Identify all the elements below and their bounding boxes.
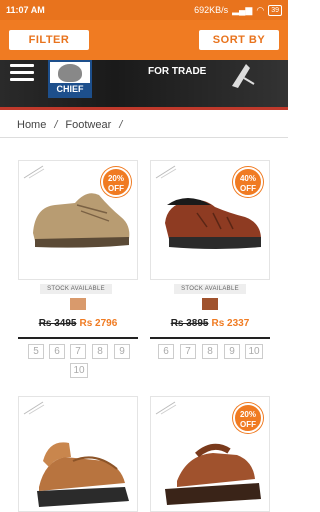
status-time: 11:07 AM (6, 5, 45, 15)
product-card[interactable]: 20% OFF (150, 396, 270, 512)
size-option[interactable]: 8 (202, 344, 218, 359)
stock-status: STOCK AVAILABLE (40, 284, 112, 294)
mrp-price: Rs 3495 (38, 318, 77, 329)
price-divider (150, 337, 270, 339)
banner-decoration-icon (232, 64, 255, 88)
discount-badge: 20% OFF (101, 167, 131, 197)
action-bar: FILTER SORT BY (0, 20, 288, 60)
brand-logo[interactable]: CHIEF (48, 60, 92, 98)
menu-icon[interactable] (10, 64, 34, 84)
size-option[interactable]: 6 (49, 344, 65, 359)
breadcrumb: Home / Footwear / (0, 112, 288, 138)
product-image[interactable] (25, 421, 133, 512)
header-banner: CHIEF FOR TRADE (0, 60, 288, 110)
corner-mark-icon (23, 401, 45, 415)
discount-percent: 20% (107, 174, 124, 183)
price: Rs 3495 Rs 2796 (18, 318, 138, 329)
breadcrumb-separator: / (54, 118, 58, 131)
sale-price: Rs 2337 (211, 318, 250, 329)
sale-price: Rs 2796 (79, 318, 118, 329)
breadcrumb-footwear[interactable]: Footwear (65, 119, 111, 131)
logo-mark (58, 64, 82, 82)
price-divider (18, 337, 138, 339)
product-card[interactable]: 20% OFF (18, 160, 138, 280)
status-bar: 11:07 AM 692KB/s ▂▄▆ ◠ 39 (0, 0, 288, 20)
size-option[interactable]: 6 (158, 344, 174, 359)
size-option[interactable]: 9 (114, 344, 130, 359)
price: Rs 3895 Rs 2337 (150, 318, 270, 329)
network-speed: 692KB/s (194, 5, 229, 15)
filter-button[interactable]: FILTER (9, 30, 89, 50)
size-option[interactable]: 9 (224, 344, 240, 359)
banner-tagline: FOR TRADE (148, 66, 207, 77)
discount-label: OFF (240, 420, 256, 429)
battery-icon: 39 (268, 4, 282, 16)
logo-text: CHIEF (50, 83, 90, 96)
discount-badge: 40% OFF (233, 167, 263, 197)
mrp-price: Rs 3895 (170, 318, 209, 329)
wifi-icon: ◠ (256, 4, 265, 15)
discount-percent: 40% (239, 174, 256, 183)
color-swatch[interactable] (202, 298, 218, 310)
size-option[interactable]: 8 (92, 344, 108, 359)
discount-label: OFF (108, 184, 124, 193)
sort-by-button[interactable]: SORT BY (199, 30, 279, 50)
discount-percent: 20% (239, 410, 256, 419)
corner-mark-icon (155, 401, 177, 415)
discount-badge: 20% OFF (233, 403, 263, 433)
color-swatch[interactable] (70, 298, 86, 310)
stock-status: STOCK AVAILABLE (174, 284, 246, 294)
size-option[interactable]: 7 (180, 344, 196, 359)
corner-mark-icon (155, 165, 177, 179)
signal-icon: ▂▄▆ (232, 4, 253, 15)
discount-label: OFF (240, 184, 256, 193)
size-option[interactable]: 7 (70, 344, 86, 359)
banner-divider (0, 107, 288, 110)
corner-mark-icon (23, 165, 45, 179)
product-card[interactable]: 40% OFF (150, 160, 270, 280)
size-option[interactable]: 5 (28, 344, 44, 359)
breadcrumb-separator: / (119, 118, 123, 131)
product-card[interactable] (18, 396, 138, 512)
breadcrumb-home[interactable]: Home (17, 119, 46, 131)
size-option[interactable]: 10 (245, 344, 263, 359)
product-image[interactable] (157, 425, 265, 512)
status-right: 692KB/s ▂▄▆ ◠ 39 (194, 4, 282, 16)
size-option[interactable]: 10 (70, 363, 88, 378)
